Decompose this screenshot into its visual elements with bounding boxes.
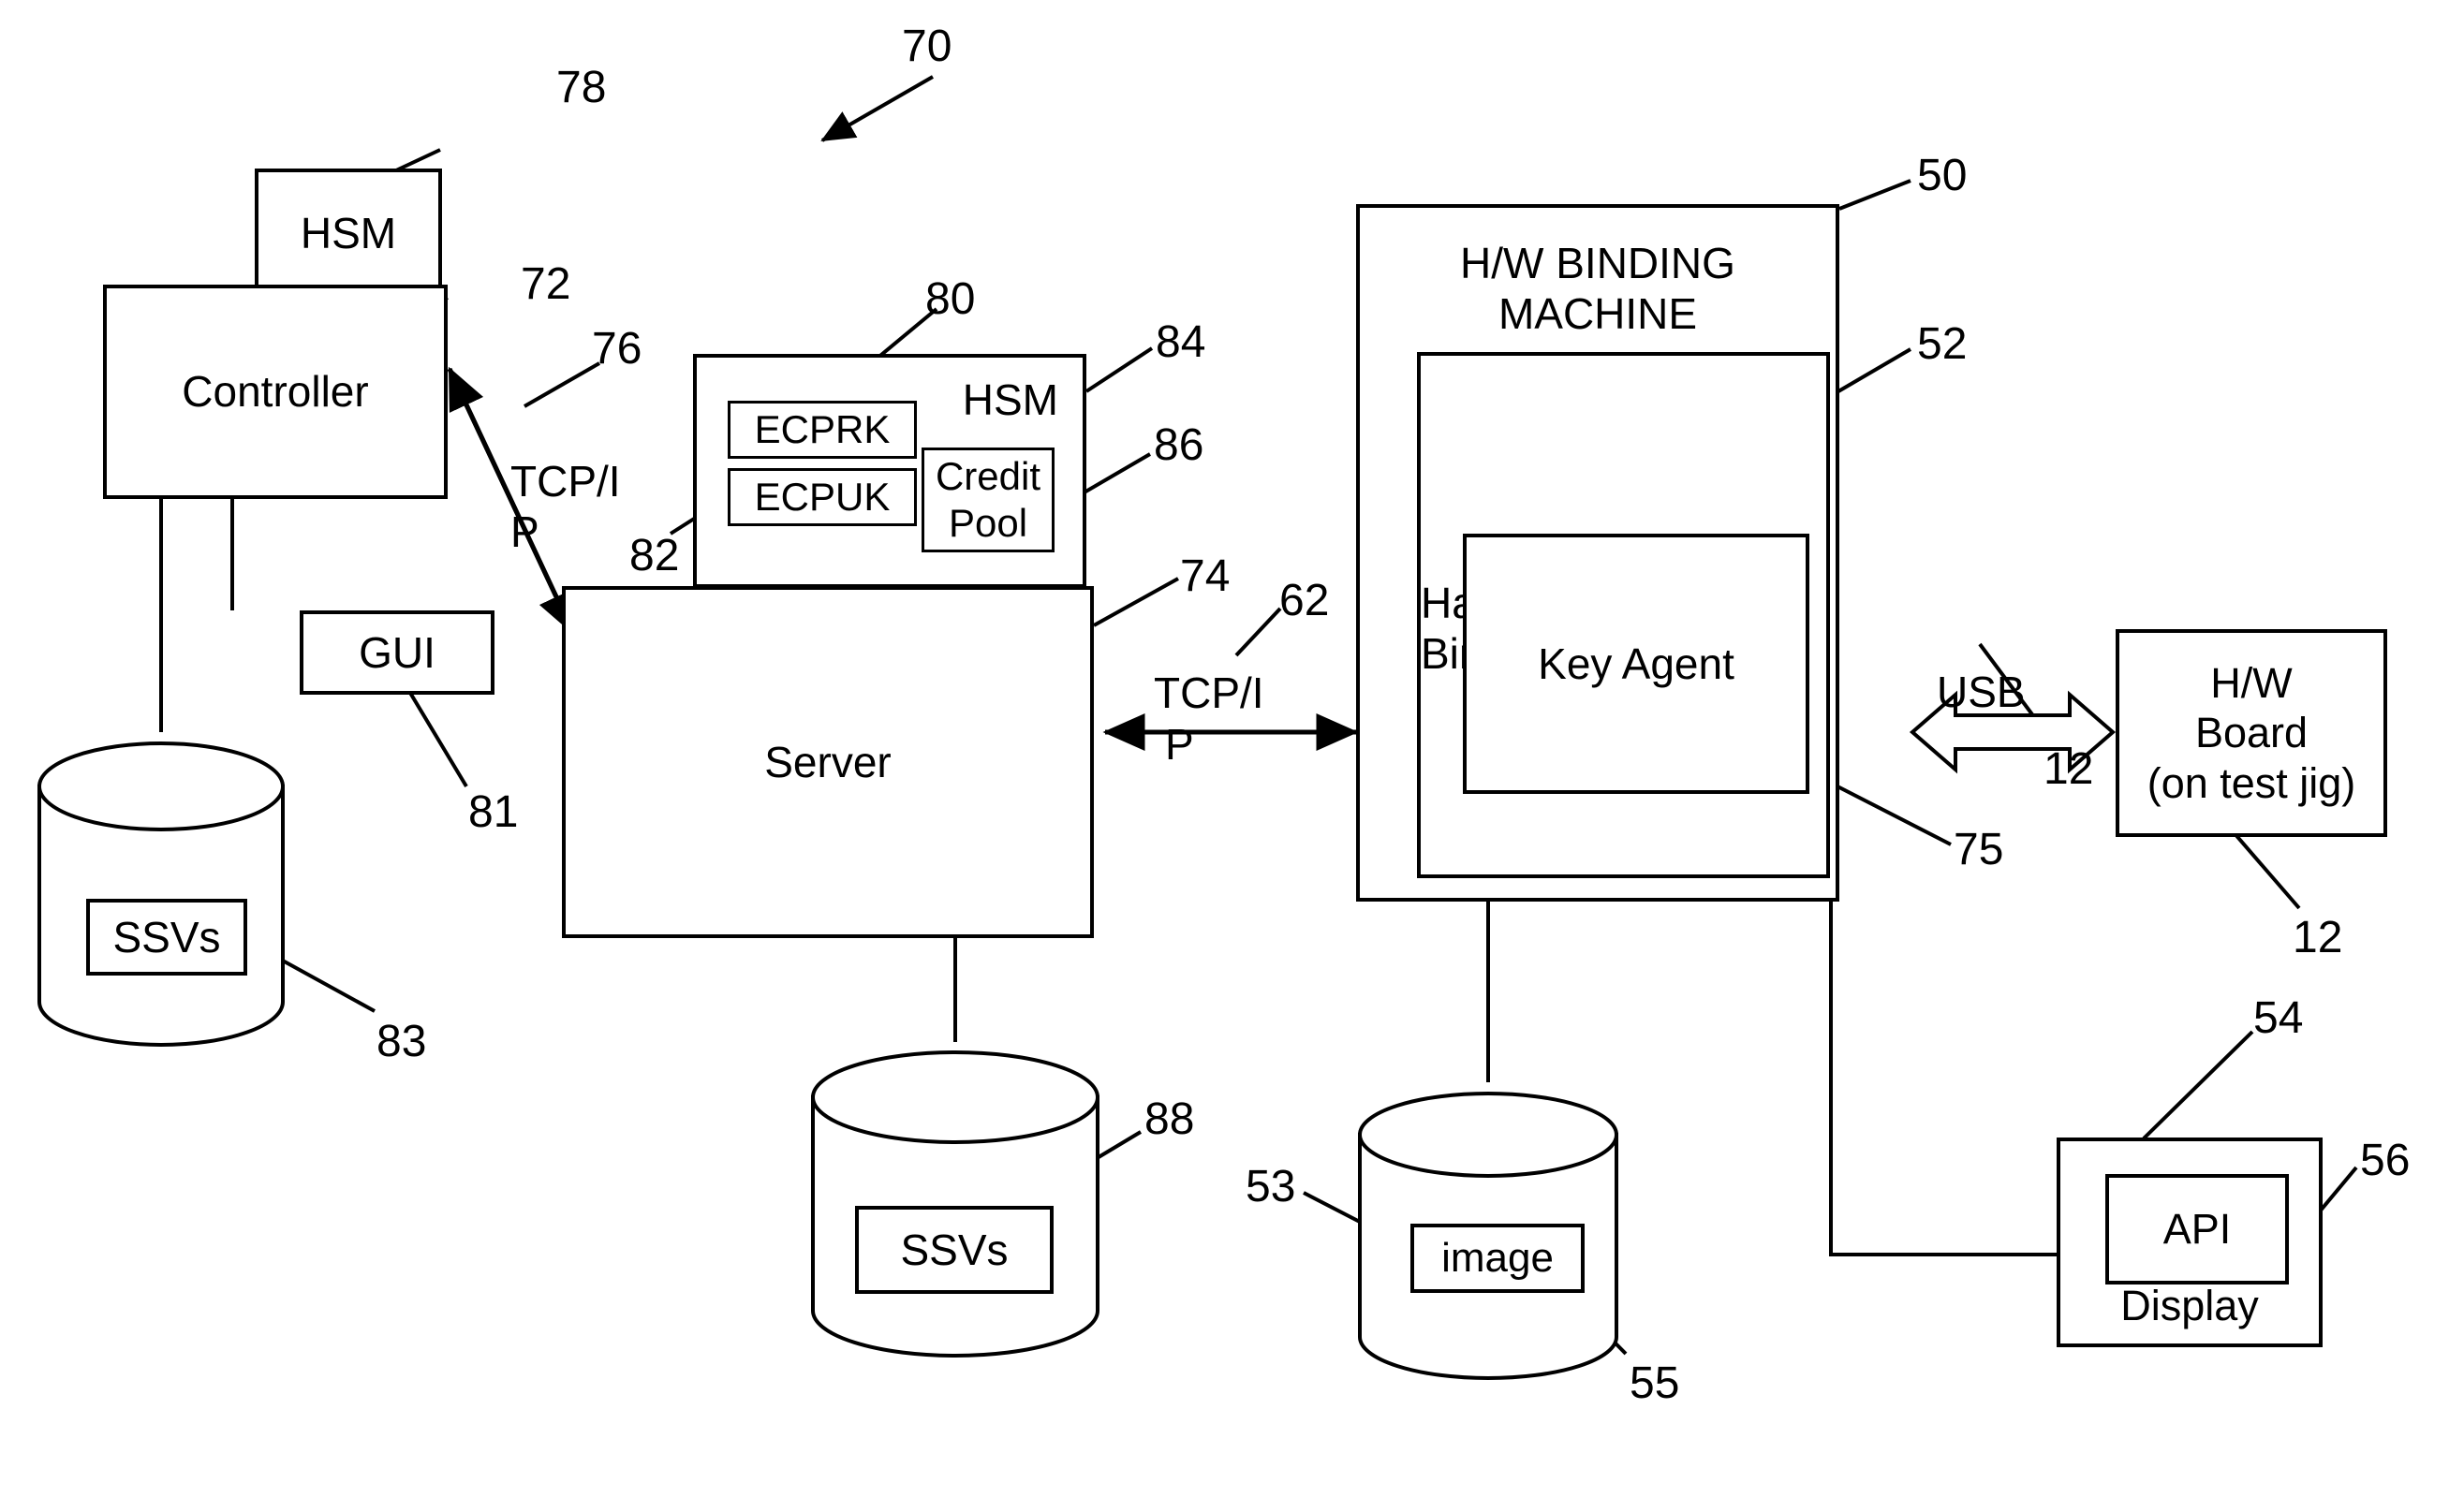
hw-board-label-line3: (on test jig): [2147, 758, 2356, 807]
ref-86: 86: [1154, 420, 1204, 470]
ssvs-center-inner-box: SSVs: [855, 1206, 1054, 1294]
ref-76: 76: [592, 324, 642, 374]
ref-72: 72: [521, 259, 571, 309]
ref-54: 54: [2253, 993, 2304, 1043]
ref-62: 62: [1279, 576, 1330, 625]
tcpip-left-label-line2: P: [510, 507, 539, 556]
hw-board-box[interactable]: H/W Board (on test jig): [2116, 629, 2387, 837]
ref-80: 80: [925, 274, 976, 324]
hw-binding-machine-label: H/W BINDING MACHINE: [1460, 239, 1735, 339]
ref-55: 55: [1630, 1358, 1680, 1408]
tcpip-right-label-line2: P: [1165, 720, 1194, 769]
ssvs-left-inner-box: SSVs: [86, 899, 247, 976]
server-label: Server: [764, 737, 892, 786]
hsm-left-box[interactable]: HSM: [255, 169, 442, 298]
credit-pool-label-line1: Credit: [935, 454, 1041, 499]
ref-56: 56: [2360, 1136, 2411, 1185]
ref-81: 81: [468, 787, 519, 837]
tcpip-left-label-line1: TCP/I: [510, 457, 621, 506]
controller-box[interactable]: Controller: [103, 285, 448, 499]
ref-84: 84: [1156, 317, 1206, 367]
ref-88: 88: [1144, 1094, 1195, 1144]
ref-52: 52: [1917, 319, 1968, 369]
ssvs-center-label: SSVs: [900, 1226, 1009, 1274]
ecprk-label: ECPRK: [754, 407, 891, 452]
hw-board-label-line1: H/W: [2210, 659, 2293, 708]
api-label: API: [2162, 1205, 2232, 1254]
ecpuk-label: ECPUK: [754, 475, 891, 520]
ref-74: 74: [1180, 551, 1231, 601]
usb-label: USB: [1937, 668, 2026, 716]
ref-12-usb: 12: [2043, 744, 2094, 794]
image-label: image: [1441, 1235, 1554, 1281]
ref-50: 50: [1917, 151, 1968, 200]
api-box[interactable]: API: [2105, 1174, 2289, 1284]
gui-box[interactable]: GUI: [300, 610, 494, 695]
display-label: Display: [2120, 1281, 2259, 1329]
ref-70: 70: [902, 22, 952, 71]
ref-12-board: 12: [2293, 913, 2343, 962]
ref-75: 75: [1954, 825, 2004, 874]
ref-82: 82: [629, 531, 680, 580]
gui-label: GUI: [359, 627, 435, 677]
ecprk-box[interactable]: ECPRK: [728, 401, 917, 459]
ssvs-left-label: SSVs: [112, 913, 221, 962]
ref-83: 83: [376, 1017, 427, 1066]
hsm-left-label: HSM: [300, 208, 397, 257]
tcpip-right-label-line1: TCP/I: [1154, 668, 1264, 717]
image-inner-box: image: [1410, 1224, 1585, 1293]
credit-pool-box[interactable]: Credit Pool: [922, 448, 1055, 552]
figure-canvas: HSM Controller GUI SSVs HSM ECPRK ECPUK …: [0, 0, 2464, 1512]
controller-label: Controller: [182, 367, 369, 417]
hsm-center-label: HSM: [962, 375, 1058, 424]
ref-78: 78: [556, 63, 607, 112]
hw-board-label-line2: Board: [2194, 709, 2309, 757]
key-agent-box[interactable]: Key Agent: [1463, 534, 1809, 794]
ecpuk-box[interactable]: ECPUK: [728, 468, 917, 526]
credit-pool-label-line2: Pool: [948, 501, 1028, 545]
ref-53: 53: [1246, 1162, 1296, 1211]
server-box[interactable]: Server: [562, 586, 1094, 938]
key-agent-label: Key Agent: [1538, 639, 1734, 688]
